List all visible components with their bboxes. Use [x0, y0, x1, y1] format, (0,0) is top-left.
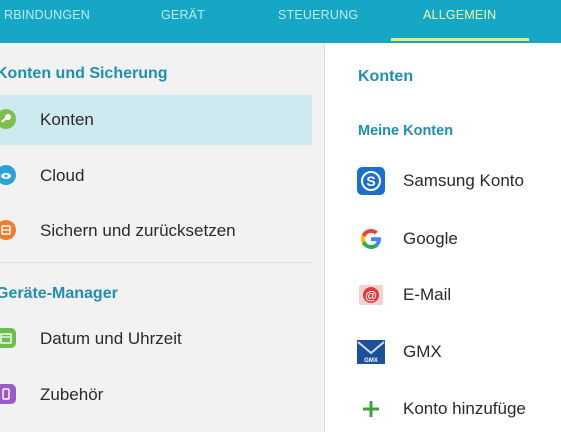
email-icon: @ — [357, 281, 385, 309]
account-google[interactable]: Google — [357, 221, 561, 257]
sidebar-item-sichern[interactable]: Sichern und zurücksetzen — [0, 206, 312, 256]
accessory-icon — [0, 384, 16, 404]
tab-verbindungen[interactable]: RBINDUNGEN — [4, 8, 90, 43]
page-title: Konten — [358, 68, 414, 85]
account-label: Google — [403, 229, 458, 248]
sidebar-item-label: Datum und Uhrzeit — [40, 329, 182, 348]
section-header-geraete-manager: Geräte-Manager — [0, 285, 118, 303]
svg-text:@: @ — [365, 289, 377, 303]
svg-text:GMX: GMX — [364, 358, 378, 364]
add-account-button[interactable]: Konto hinzufüge — [357, 391, 561, 427]
section-header-konten-sicherung: Konten und Sicherung — [0, 65, 168, 83]
tab-geraet[interactable]: GERÄT — [161, 8, 205, 43]
account-email[interactable]: @ E-Mail — [357, 277, 561, 313]
account-label: Konto hinzufüge — [403, 399, 526, 418]
section-header-label: Geräte-Manager — [0, 285, 118, 302]
calendar-icon — [0, 328, 16, 348]
my-accounts-header: Meine Konten — [358, 123, 454, 139]
sidebar-item-zubehoer[interactable]: Zubehör — [0, 370, 312, 420]
account-label: E-Mail — [403, 285, 452, 304]
cloud-icon — [0, 165, 16, 185]
account-gmx[interactable]: GMX GMX — [357, 334, 561, 370]
active-tab-indicator — [391, 38, 529, 41]
svg-text:S: S — [366, 173, 375, 189]
sidebar-item-label: Sichern und zurücksetzen — [40, 221, 236, 240]
sidebar-item-cloud[interactable]: Cloud — [0, 151, 312, 201]
plus-icon — [357, 395, 385, 423]
account-label: GMX — [403, 342, 442, 361]
tab-bar: RBINDUNGEN GERÄT STEUERUNG ALLGEMEIN — [0, 0, 561, 43]
account-samsung[interactable]: S Samsung Konto — [357, 163, 561, 199]
tab-steuerung[interactable]: STEUERUNG — [278, 8, 358, 43]
samsung-icon: S — [357, 167, 385, 195]
sidebar-item-label: Zubehör — [40, 385, 104, 404]
settings-category-list: Konten und Sicherung Konten Cloud Sicher… — [0, 43, 324, 432]
account-label: Samsung Konto — [403, 171, 524, 190]
accounts-panel: Konten Meine Konten S Samsung Konto Goog… — [325, 43, 561, 432]
sidebar-item-datum-uhrzeit[interactable]: Datum und Uhrzeit — [0, 314, 312, 364]
section-header-label: Konten und Sicherung — [0, 65, 168, 82]
sidebar-item-label: Konten — [40, 110, 94, 129]
backup-icon — [0, 220, 16, 240]
sidebar-item-label: Cloud — [40, 166, 85, 185]
key-icon — [0, 109, 16, 129]
section-divider — [0, 262, 312, 263]
gmx-icon: GMX — [357, 338, 385, 366]
google-icon — [357, 225, 385, 253]
sidebar-item-konten[interactable]: Konten — [0, 95, 312, 145]
